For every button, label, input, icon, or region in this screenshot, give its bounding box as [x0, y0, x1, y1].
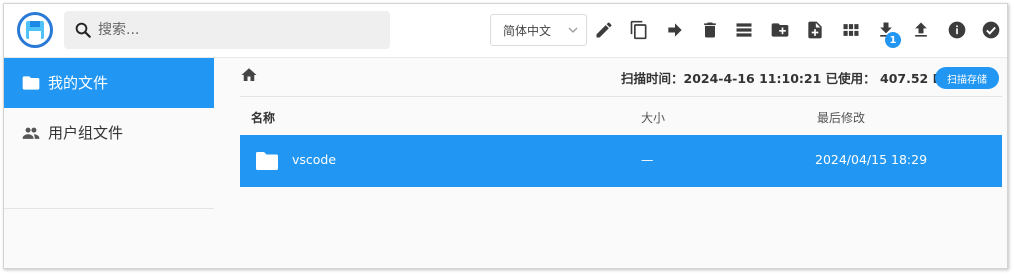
- storage-status: 扫描时间：2024-4-16 11:10:21 已使用： 407.52 MB: [621, 71, 955, 86]
- sidebar-divider: [4, 208, 214, 209]
- trash-icon: [704, 22, 716, 38]
- grid-view-button[interactable]: [838, 17, 864, 43]
- upload-button[interactable]: [908, 17, 934, 43]
- select-button[interactable]: [978, 17, 1004, 43]
- move-button[interactable]: [662, 17, 688, 43]
- search-icon: [75, 22, 91, 38]
- download-count-badge: 1: [885, 32, 901, 48]
- file-name: vscode: [292, 152, 337, 167]
- sidebar-item-my-files[interactable]: 我的文件: [4, 58, 214, 108]
- table-row[interactable]: vscode — 2024/04/15 18:29: [240, 135, 1002, 187]
- column-header-name[interactable]: 名称: [251, 109, 275, 126]
- info-icon: [948, 21, 966, 39]
- delete-button[interactable]: [697, 17, 723, 43]
- list-view-button[interactable]: [731, 17, 757, 43]
- upload-icon: [915, 22, 927, 37]
- pencil-icon: [596, 22, 612, 38]
- sidebar: 我的文件 用户组文件: [4, 58, 214, 268]
- sidebar-item-group-files[interactable]: 用户组文件: [4, 108, 214, 158]
- arrow-right-icon: [668, 23, 682, 37]
- file-size: —: [641, 152, 654, 167]
- app-logo[interactable]: [17, 12, 53, 48]
- info-button[interactable]: [944, 17, 970, 43]
- file-modified: 2024/04/15 18:29: [815, 152, 928, 167]
- folder-icon: [22, 76, 40, 90]
- sidebar-item-label: 用户组文件: [48, 124, 124, 142]
- chevron-down-icon: [568, 27, 578, 33]
- language-label: 简体中文: [503, 23, 552, 38]
- file-add-icon: [808, 21, 822, 39]
- grid-icon: [843, 24, 859, 36]
- search-input[interactable]: [98, 11, 378, 49]
- column-header-modified[interactable]: 最后修改: [817, 109, 865, 126]
- folder-icon: [256, 152, 278, 170]
- sidebar-item-label: 我的文件: [48, 74, 109, 92]
- home-icon[interactable]: [240, 66, 258, 84]
- copy-button[interactable]: [626, 17, 652, 43]
- scan-storage-button[interactable]: 扫描存储: [935, 67, 999, 89]
- search-box[interactable]: [64, 11, 390, 49]
- new-file-button[interactable]: [802, 17, 828, 43]
- language-select[interactable]: 简体中文: [490, 14, 587, 46]
- copy-icon: [630, 20, 647, 40]
- check-circle-icon: [982, 21, 1000, 39]
- column-header-size[interactable]: 大小: [641, 109, 665, 126]
- table-header: 名称 大小 最后修改: [240, 96, 1002, 134]
- app-window: 简体中文: [3, 3, 1008, 269]
- floppy-disk-icon: [26, 21, 44, 39]
- new-folder-button[interactable]: [767, 17, 793, 43]
- folder-add-icon: [771, 23, 789, 37]
- group-icon: [22, 127, 40, 139]
- top-bar: 简体中文: [4, 4, 1007, 58]
- rename-button[interactable]: [591, 17, 617, 43]
- list-icon: [736, 23, 752, 37]
